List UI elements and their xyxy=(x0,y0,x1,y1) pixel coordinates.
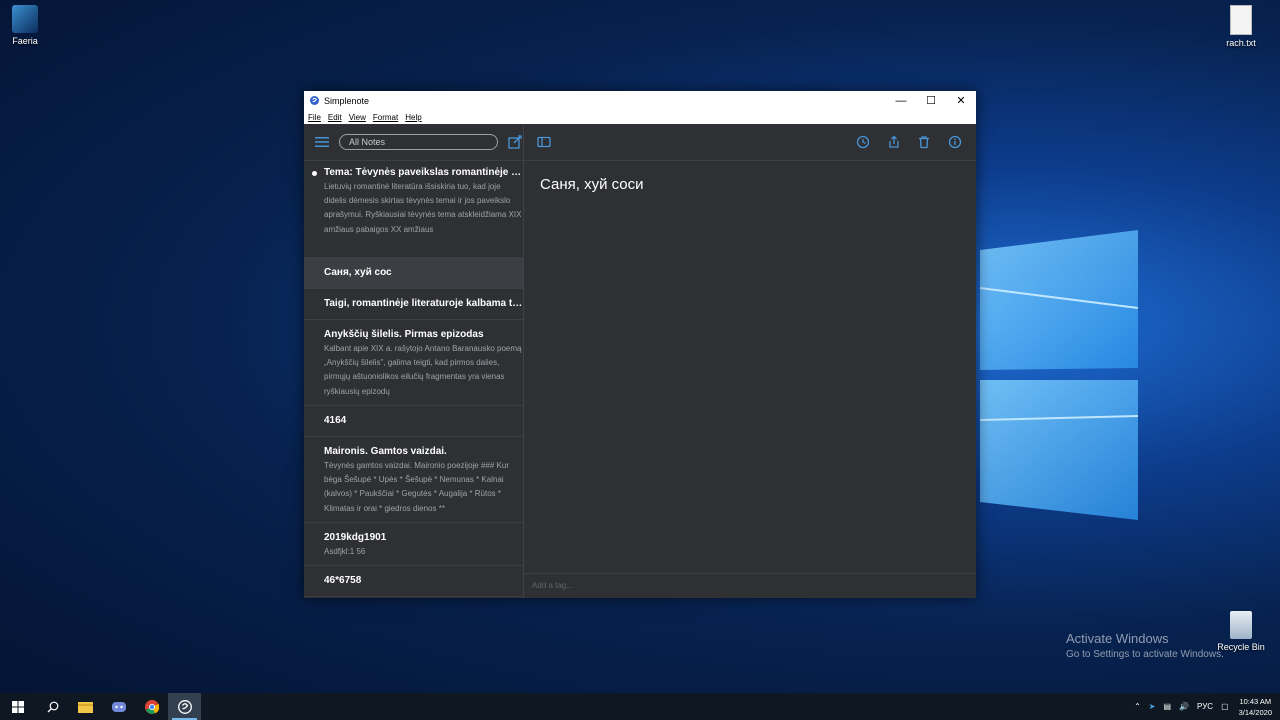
simplenote-taskbar-button[interactable] xyxy=(168,693,201,720)
windows-logo-wallpaper xyxy=(979,230,1139,520)
clock[interactable]: 10:43 AM 3/14/2020 xyxy=(1239,696,1272,718)
trash-icon[interactable] xyxy=(917,135,931,149)
note-title: 4164 xyxy=(324,415,347,426)
sidebar-toolbar: All Notes xyxy=(304,124,523,161)
chrome-icon xyxy=(144,699,159,714)
network-icon[interactable]: ▤ xyxy=(1164,702,1172,711)
tag-divider xyxy=(524,573,976,574)
language-indicator[interactable]: РУС xyxy=(1197,702,1213,711)
activation-title: Activate Windows xyxy=(1066,631,1169,646)
note-content[interactable]: Саня, хуй соси xyxy=(540,176,644,193)
note-title: Anykščių šilelis. Pirmas epizodas xyxy=(324,329,484,340)
clock-time: 10:43 AM xyxy=(1239,696,1272,706)
close-button[interactable]: ✕ xyxy=(946,91,976,110)
pinned-dot-icon xyxy=(312,171,317,176)
simplenote-window: Simplenote — ☐ ✕ File Edit View Format H… xyxy=(304,91,976,598)
desktop-icon-rach-txt[interactable]: rach.txt xyxy=(1211,5,1271,48)
notification-icon[interactable]: ▢ xyxy=(1221,702,1229,711)
list-item[interactable]: 46*6758 xyxy=(304,566,523,598)
title-bar[interactable]: Simplenote — ☐ ✕ xyxy=(304,91,976,110)
info-icon[interactable] xyxy=(948,135,962,149)
faeria-icon xyxy=(12,5,38,33)
share-icon[interactable] xyxy=(887,135,901,149)
list-item[interactable]: Taigi, romantinėje literaturoje kalbama … xyxy=(304,289,523,320)
window-title: Simplenote xyxy=(324,95,370,106)
search-button[interactable] xyxy=(36,693,69,720)
list-item[interactable]: 4164 xyxy=(304,406,523,437)
note-title: Maironis. Gamtos vaizdai. xyxy=(324,446,447,457)
desktop-icon-label: Recycle Bin xyxy=(1217,642,1265,652)
note-editor: Саня, хуй соси Add a tag... xyxy=(524,124,976,598)
menu-file[interactable]: File xyxy=(308,113,321,122)
chevron-up-icon[interactable]: ⌃ xyxy=(1134,702,1141,711)
menu-format[interactable]: Format xyxy=(373,113,398,122)
telegram-icon[interactable]: ➤ xyxy=(1149,702,1156,711)
desktop-icon-label: rach.txt xyxy=(1226,38,1256,48)
system-tray: ⌃ ➤ ▤ 🔊 РУС ▢ 10:43 AM 3/14/2020 xyxy=(1130,693,1272,720)
folder-icon xyxy=(78,701,93,713)
note-list-sidebar: All Notes Tema: Tėvynės paveikslas roman… xyxy=(304,124,524,598)
menu-edit[interactable]: Edit xyxy=(328,113,342,122)
note-preview: Tėvynės gamtos vaizdai. Maironio poezijo… xyxy=(324,461,509,513)
new-note-icon[interactable] xyxy=(508,135,522,149)
note-title: Taigi, romantinėje literaturoje kalbama … xyxy=(324,298,523,309)
note-preview: Lietuvių romantinė literatūra išsiskiria… xyxy=(324,182,522,234)
note-title: 2019kdg1901 xyxy=(324,532,387,543)
menu-help[interactable]: Help xyxy=(405,113,421,122)
start-button[interactable] xyxy=(0,693,36,720)
menu-view[interactable]: View xyxy=(349,113,366,122)
note-title: Tema: Tėvynės paveikslas romantinėje lie… xyxy=(324,167,523,178)
list-item[interactable]: Саня, хуй сос xyxy=(304,258,523,289)
toggle-sidebar-icon[interactable] xyxy=(537,135,551,149)
recycle-bin-icon xyxy=(1230,611,1252,639)
chrome-button[interactable] xyxy=(135,693,168,720)
discord-button[interactable] xyxy=(102,693,135,720)
note-list: Tema: Tėvynės paveikslas romantinėje lie… xyxy=(304,161,523,598)
volume-icon[interactable]: 🔊 xyxy=(1179,702,1189,711)
menu-bar: File Edit View Format Help xyxy=(304,110,976,125)
editor-toolbar xyxy=(524,124,976,161)
list-item[interactable]: Maironis. Gamtos vaizdai. Tėvynės gamtos… xyxy=(304,437,523,523)
maximize-button[interactable]: ☐ xyxy=(916,91,946,110)
list-item[interactable]: Anykščių šilelis. Pirmas epizodas Kalban… xyxy=(304,320,523,406)
tag-input[interactable]: Add a tag... xyxy=(532,581,573,590)
windows-start-icon xyxy=(12,700,24,713)
taskbar: ⌃ ➤ ▤ 🔊 РУС ▢ 10:43 AM 3/14/2020 xyxy=(0,693,1280,720)
desktop-icon-faeria[interactable]: Faeria xyxy=(0,5,55,46)
note-preview: Kalbant apie XIX a. rašytojo Antano Bara… xyxy=(324,344,522,396)
file-explorer-button[interactable] xyxy=(69,693,102,720)
note-title: Саня, хуй сос xyxy=(324,267,392,278)
text-file-icon xyxy=(1230,5,1252,35)
list-item[interactable]: Tema: Tėvynės paveikslas romantinėje lie… xyxy=(304,161,523,258)
search-icon xyxy=(47,701,58,712)
discord-icon xyxy=(111,701,126,712)
desktop-icon-label: Faeria xyxy=(12,36,38,46)
history-icon[interactable] xyxy=(856,135,870,149)
list-item[interactable]: 2019kdg1901 Asdfjkl:1 56 xyxy=(304,523,523,567)
simplenote-logo-icon xyxy=(310,96,319,105)
activation-watermark: Activate Windows Go to Settings to activ… xyxy=(1066,631,1224,660)
activation-subtitle: Go to Settings to activate Windows. xyxy=(1066,649,1224,660)
simplenote-icon xyxy=(177,699,192,714)
menu-icon[interactable] xyxy=(315,137,329,147)
clock-date: 3/14/2020 xyxy=(1238,707,1272,717)
note-preview: Asdfjkl:1 56 xyxy=(324,547,366,556)
search-input[interactable]: All Notes xyxy=(339,134,498,150)
note-title: 46*6758 xyxy=(324,575,362,587)
minimize-button[interactable]: — xyxy=(886,91,916,110)
